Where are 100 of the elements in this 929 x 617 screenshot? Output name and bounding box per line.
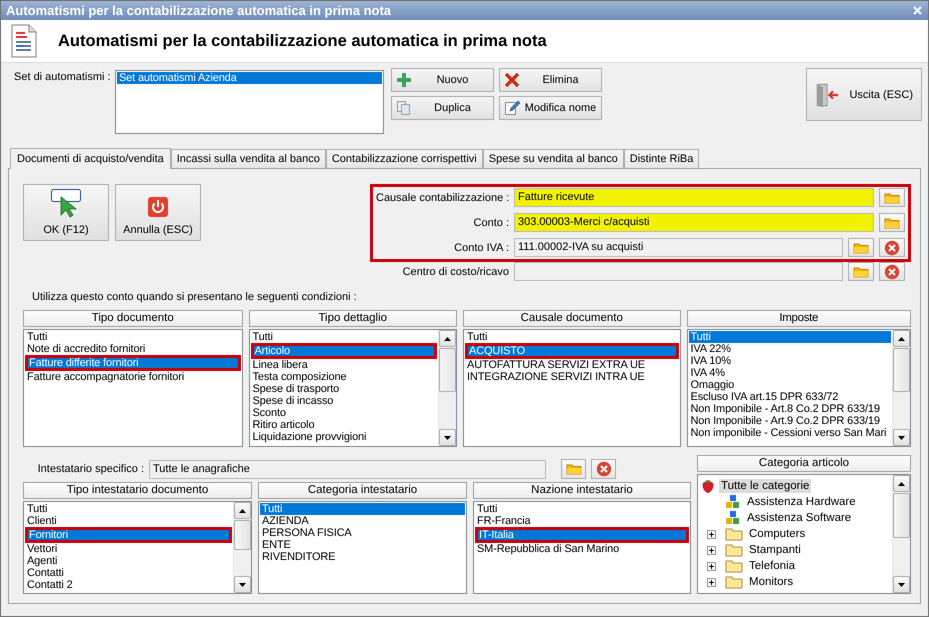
column-header: Causale documento	[463, 310, 681, 327]
browse-button[interactable]	[879, 213, 905, 232]
list-item[interactable]: Spese di trasporto	[250, 383, 438, 395]
scrollbar[interactable]	[892, 330, 910, 446]
list-item[interactable]: Non Imponibile - Art.8 Co.2 DPR 633/19	[688, 403, 891, 415]
column-header: Tipo documento	[23, 310, 242, 327]
list-item[interactable]: Fatture accompagnatorie fornitori	[25, 371, 240, 383]
tab[interactable]: Incassi sulla vendita al banco	[170, 149, 326, 168]
list-item[interactable]: ENTE	[260, 539, 465, 551]
conditions-label: Utilizza questo conto quando si presentano le seguenti condizioni :	[32, 291, 358, 303]
expand-icon[interactable]	[706, 562, 716, 570]
list-item[interactable]: Contatti 2	[25, 579, 232, 591]
list-item[interactable]: Sconto	[250, 407, 438, 419]
up-arrow-icon	[239, 508, 246, 512]
tree-item[interactable]: Stampanti	[747, 543, 803, 557]
browse-button[interactable]	[848, 238, 874, 257]
input-field[interactable]: Fatture ricevute	[514, 188, 874, 207]
list-item[interactable]: Tutti	[475, 503, 689, 515]
scrollbar[interactable]	[892, 475, 910, 593]
down-arrow-icon	[444, 436, 452, 440]
folder-icon	[884, 192, 900, 204]
expand-icon[interactable]	[706, 578, 716, 586]
column-header: Tipo dettaglio	[248, 310, 458, 327]
scrollbar[interactable]	[438, 330, 456, 446]
tab[interactable]: Contabilizzazione corrispettivi	[326, 149, 483, 168]
list-item[interactable]: PERSONA FISICA	[260, 527, 465, 539]
list-item[interactable]: Ritiro articolo	[250, 419, 438, 431]
tree-item[interactable]: Tutte le categorie	[719, 479, 812, 493]
toolbar-button[interactable]: Elimina	[499, 68, 602, 92]
folder-icon	[853, 242, 869, 254]
list-item[interactable]: Agenti	[25, 555, 232, 567]
list-item[interactable]: Tutti	[465, 331, 679, 343]
toolbar-button[interactable]: Modifica nome	[499, 96, 602, 120]
list-item[interactable]: Note di accredito fornitori	[25, 343, 240, 355]
list-item[interactable]: ACQUISTO	[465, 343, 679, 359]
list-item[interactable]: RIVENDITORE	[260, 551, 465, 563]
list-item[interactable]: Testa composizione	[250, 371, 438, 383]
clear-button[interactable]	[879, 262, 905, 281]
list-item[interactable]: Fornitori	[25, 527, 232, 543]
down-arrow-icon	[898, 436, 905, 440]
list-item[interactable]: IVA 22%	[688, 343, 891, 355]
list-item[interactable]: Linea libera	[250, 359, 438, 371]
list-item[interactable]: Fatture differite fornitori	[25, 355, 240, 371]
list-item[interactable]: Tutti	[250, 331, 438, 343]
list-item[interactable]: Tutti	[688, 331, 891, 343]
ok-button[interactable]: OK (F12)	[23, 184, 109, 241]
tab[interactable]: Spese su vendita al banco	[482, 149, 624, 168]
list-item[interactable]: Contatti	[25, 567, 232, 579]
expand-icon[interactable]	[706, 546, 716, 554]
toolbar-button[interactable]: Nuovo	[391, 68, 494, 92]
list-item[interactable]: AUTOFATTURA SERVIZI EXTRA UE	[465, 359, 679, 371]
input-field[interactable]: 111.00002-IVA su acquisti	[514, 238, 843, 257]
expand-icon[interactable]	[706, 530, 716, 538]
browse-button[interactable]	[561, 459, 586, 479]
exit-button[interactable]: Uscita (ESC)	[806, 68, 922, 121]
list-item[interactable]: AZIENDA	[260, 515, 465, 527]
input-field[interactable]	[514, 262, 843, 281]
browse-button[interactable]	[848, 262, 874, 281]
list-item[interactable]: Omaggio	[688, 379, 891, 391]
list-item[interactable]: Non imponibile - Cessioni verso San Mari	[688, 427, 891, 439]
field-label: Conto :	[472, 216, 509, 228]
list-item[interactable]: IT-Italia	[475, 527, 689, 543]
clear-button[interactable]	[879, 238, 905, 257]
scrollbar[interactable]	[233, 502, 251, 593]
list-item[interactable]: Liquidazione provvigioni	[250, 431, 438, 443]
column-header: Categoria intestatario	[258, 482, 467, 499]
list-item[interactable]: Articolo	[250, 343, 438, 359]
list-item[interactable]: Non Imponibile - Art.9 Co.2 DPR 633/19	[688, 415, 891, 427]
list-item[interactable]: Tutti	[25, 331, 240, 343]
list-item[interactable]: Set automatismi Azienda	[117, 72, 382, 84]
list-item[interactable]: INTEGRAZIONE SERVIZI INTRA UE	[465, 371, 679, 383]
document-icon	[11, 24, 37, 58]
list-item[interactable]: FR-Francia	[475, 515, 689, 527]
close-button[interactable]	[911, 4, 924, 17]
input-field[interactable]: 303.00003-Merci c/acquisti	[514, 213, 874, 232]
list-item[interactable]: IVA 10%	[688, 355, 891, 367]
tree-item[interactable]: Computers	[747, 527, 808, 541]
list-item[interactable]: Tutti	[260, 503, 465, 515]
list-item[interactable]: SM-Repubblica di San Marino	[475, 543, 689, 555]
list-item[interactable]: Spese di incasso	[250, 395, 438, 407]
column-header: Categoria articolo	[697, 455, 911, 472]
tree-item[interactable]: Assistenza Hardware	[745, 495, 858, 509]
tree-item[interactable]: Monitors	[747, 575, 796, 589]
tree-item[interactable]: Telefonia	[747, 559, 798, 573]
toolbar-button[interactable]: Duplica	[391, 96, 494, 120]
column-header: Tipo intestatario documento	[23, 482, 252, 499]
list-item[interactable]: IVA 4%	[688, 367, 891, 379]
list-item[interactable]: Tutti	[25, 503, 232, 515]
input-field[interactable]: Tutte le anagrafiche	[149, 460, 546, 478]
list-item[interactable]: Escluso IVA art.15 DPR 633/72	[688, 391, 891, 403]
tree-item[interactable]: Assistenza Software	[745, 511, 854, 525]
browse-button[interactable]	[879, 188, 905, 207]
copy-icon	[396, 100, 412, 116]
tab[interactable]: Documenti di acquisto/vendita	[10, 148, 171, 169]
cancel-button[interactable]: Annulla (ESC)	[115, 184, 201, 241]
clear-button[interactable]	[591, 459, 616, 479]
list-item[interactable]: Clienti	[25, 515, 232, 527]
list-item[interactable]: Vettori	[25, 543, 232, 555]
column-header: Nazione intestatario	[473, 482, 691, 499]
tab[interactable]: Distinte RiBa	[624, 149, 700, 168]
